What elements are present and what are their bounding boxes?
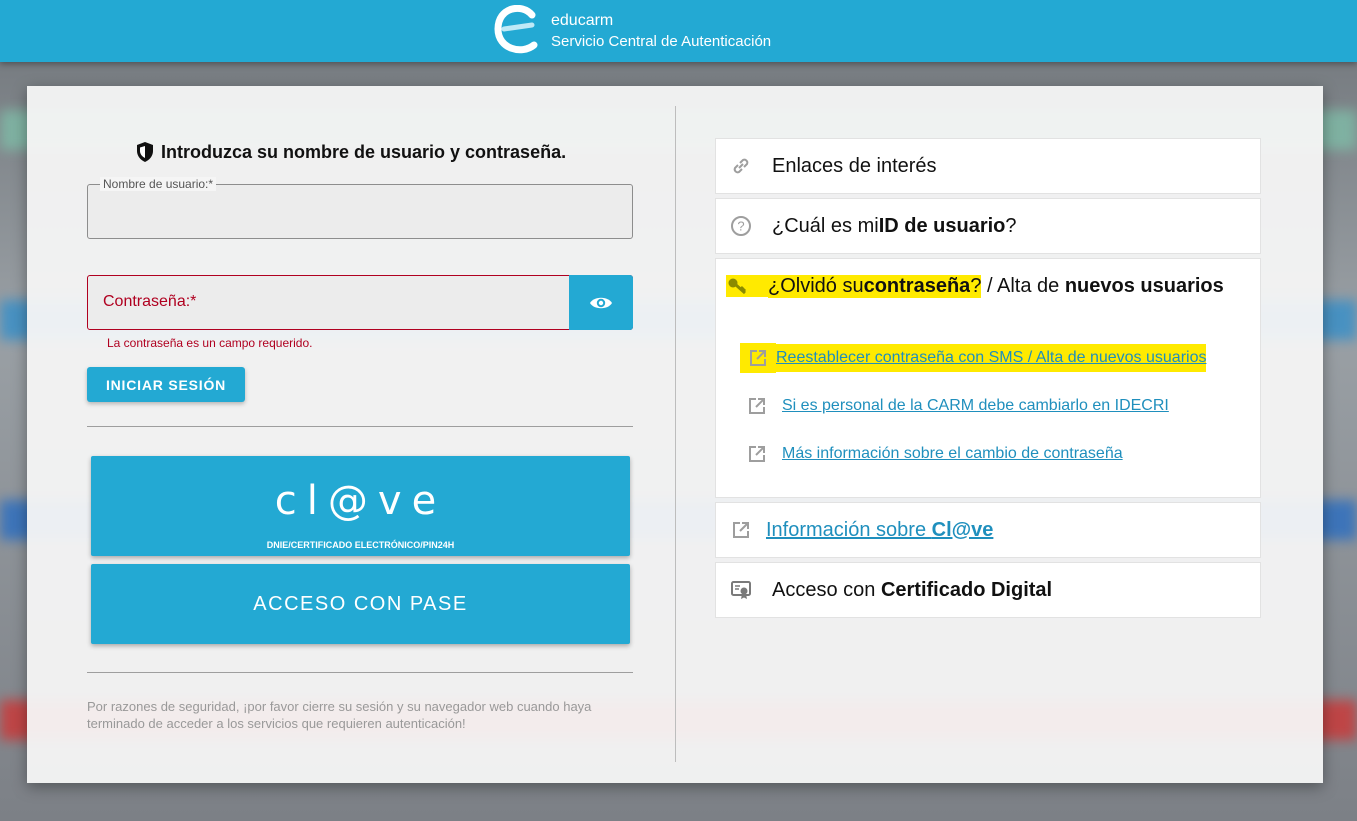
external-link-icon [728, 517, 754, 543]
top-header: educarm Servicio Central de Autenticació… [0, 0, 1357, 62]
eye-icon [590, 297, 612, 308]
link-row-sms[interactable]: Reestablecer contraseña con SMS / Alta d… [740, 343, 1207, 373]
brand-name: educarm [551, 12, 614, 29]
password-field[interactable]: Contraseña:* [87, 275, 633, 330]
user-id-prefix: ¿Cuál es mi [772, 214, 879, 237]
security-note: Por razones de seguridad, ¡por favor cie… [87, 699, 592, 731]
link-row-more-info[interactable]: Más información sobre el cambio de contr… [746, 443, 1123, 465]
login-heading: Introduzca su nombre de usuario y contra… [135, 141, 566, 163]
panel-forgot-password: ¿Olvidó su contraseña? / Alta de nuevos … [715, 258, 1261, 498]
forgot-mid: / Alta de [981, 274, 1065, 297]
forgot-bold2: nuevos usuarios [1064, 274, 1224, 297]
password-label: Contraseña:* [103, 293, 197, 310]
password-change-info-link[interactable]: Más información sobre el cambio de contr… [782, 445, 1123, 463]
shield-icon [137, 142, 153, 162]
clave-login-button[interactable]: cl@ve DNIE/CERTIFICADO ELECTRÓNICO/PIN24… [91, 456, 630, 556]
svg-text:?: ? [737, 219, 744, 234]
external-link-icon [746, 443, 768, 465]
key-icon [726, 275, 768, 297]
reset-password-sms-link[interactable]: Reestablecer contraseña con SMS / Alta d… [776, 344, 1207, 372]
divider [87, 672, 633, 673]
forgot-prefix: ¿Olvidó su [768, 274, 864, 298]
forgot-mid-highlight: ? [970, 274, 982, 298]
username-label: Nombre de usuario:* [100, 177, 217, 191]
panel-digital-certificate[interactable]: Acceso con Certificado Digital [715, 562, 1261, 618]
help-circle-icon: ? [728, 213, 754, 239]
login-title: Introduzca su nombre de usuario y contra… [161, 141, 567, 162]
clave-logo: cl@ve [274, 478, 447, 524]
clave-info-link[interactable]: Información sobre Cl@ve [766, 519, 993, 542]
panel-links-of-interest[interactable]: Enlaces de interés [715, 138, 1261, 194]
link-row-idecri[interactable]: Si es personal de la CARM debe cambiarlo… [746, 395, 1169, 417]
username-field[interactable]: Nombre de usuario:* [87, 177, 633, 239]
user-id-suffix: ? [1005, 214, 1017, 237]
certificate-prefix: Acceso con [772, 578, 876, 601]
certificate-icon [728, 577, 754, 603]
clave-subtitle: DNIE/CERTIFICADO ELECTRÓNICO/PIN24H [266, 540, 455, 550]
login-card: Introduzca su nombre de usuario y contra… [27, 86, 1323, 783]
link-icon [728, 153, 754, 179]
certificate-bold: Certificado Digital [880, 578, 1053, 601]
login-button[interactable]: INICIAR SESIÓN [87, 367, 245, 402]
divider [87, 426, 633, 427]
idecri-link[interactable]: Si es personal de la CARM debe cambiarlo… [782, 397, 1169, 415]
password-error-message: La contraseña es un campo requerido. [107, 336, 313, 350]
external-link-icon [746, 395, 768, 417]
show-password-button[interactable] [569, 275, 633, 330]
column-divider [675, 106, 676, 762]
forgot-bold: contraseña [863, 274, 971, 298]
user-id-bold: ID de usuario [878, 214, 1006, 237]
educarm-logo-icon [494, 5, 538, 54]
panel-user-id[interactable]: ? ¿Cuál es mi ID de usuario ? [715, 198, 1261, 254]
pase-login-button[interactable]: ACCESO CON PASE [91, 564, 630, 644]
brand-subtitle: Servicio Central de Autenticación [551, 33, 772, 50]
links-of-interest-title: Enlaces de interés [772, 154, 937, 177]
external-link-icon [740, 343, 776, 373]
panel-clave-info[interactable]: Información sobre Cl@ve [715, 502, 1261, 558]
